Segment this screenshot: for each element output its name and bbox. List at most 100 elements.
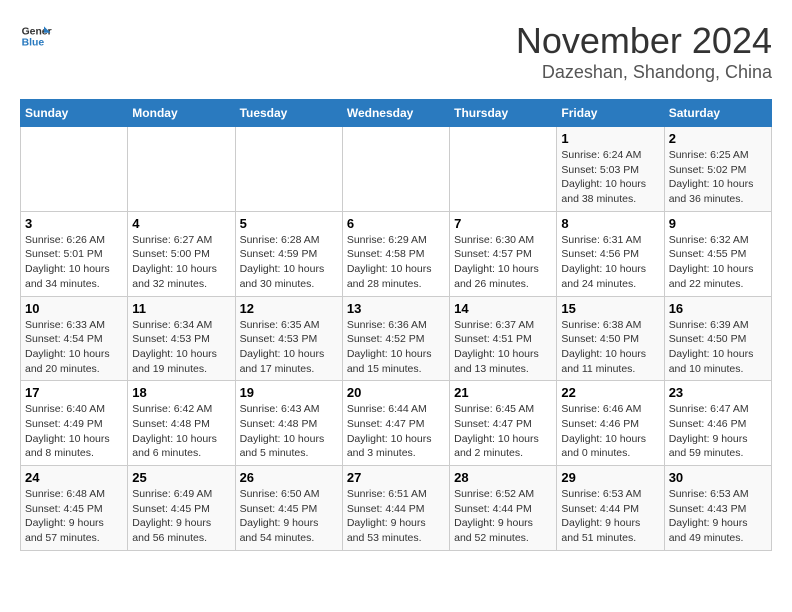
calendar-cell: 8Sunrise: 6:31 AMSunset: 4:56 PMDaylight… [557, 211, 664, 296]
day-number: 30 [669, 470, 767, 485]
month-title: November 2024 [516, 20, 772, 62]
header: General Blue November 2024 Dazeshan, Sha… [20, 20, 772, 83]
day-info: Sunrise: 6:38 AMSunset: 4:50 PMDaylight:… [561, 318, 659, 377]
calendar-cell [128, 127, 235, 212]
day-header-tuesday: Tuesday [235, 100, 342, 127]
calendar-cell: 12 Sunrise: 6:35 AMSunset: 4:53 PMDayligh… [235, 296, 342, 381]
day-number: 8 [561, 216, 659, 231]
calendar-cell: 15 Sunrise: 6:38 AMSunset: 4:50 PMDayligh… [557, 296, 664, 381]
calendar-cell: 16 Sunrise: 6:39 AMSunset: 4:50 PMDayligh… [664, 296, 771, 381]
day-number: 23 [669, 385, 767, 400]
calendar-cell: 23 Sunrise: 6:47 AMSunset: 4:46 PMDayligh… [664, 381, 771, 466]
day-info: Sunrise: 6:34 AMSunset: 4:53 PMDaylight:… [132, 318, 230, 377]
calendar-cell: 14 Sunrise: 6:37 AMSunset: 4:51 PMDayligh… [450, 296, 557, 381]
day-header-wednesday: Wednesday [342, 100, 449, 127]
day-info: Sunrise: 6:35 AMSunset: 4:53 PMDaylight:… [240, 318, 338, 377]
logo: General Blue [20, 20, 52, 52]
calendar-cell: 21 Sunrise: 6:45 AMSunset: 4:47 PMDayligh… [450, 381, 557, 466]
day-info: Sunrise: 6:25 AMSunset: 5:02 PMDaylight:… [669, 148, 767, 207]
day-number: 25 [132, 470, 230, 485]
day-info: Sunrise: 6:52 AMSunset: 4:44 PMDaylight:… [454, 487, 552, 546]
calendar-cell: 11 Sunrise: 6:34 AMSunset: 4:53 PMDayligh… [128, 296, 235, 381]
day-info: Sunrise: 6:47 AMSunset: 4:46 PMDaylight:… [669, 402, 767, 461]
calendar-cell: 9 Sunrise: 6:32 AMSunset: 4:55 PMDaylight… [664, 211, 771, 296]
day-number: 26 [240, 470, 338, 485]
day-info: Sunrise: 6:30 AMSunset: 4:57 PMDaylight:… [454, 233, 552, 292]
calendar-week-row: 1 Sunrise: 6:24 AMSunset: 5:03 PMDaylight… [21, 127, 772, 212]
day-info: Sunrise: 6:39 AMSunset: 4:50 PMDaylight:… [669, 318, 767, 377]
calendar-cell: 17 Sunrise: 6:40 AMSunset: 4:49 PMDayligh… [21, 381, 128, 466]
day-number: 16 [669, 301, 767, 316]
day-header-saturday: Saturday [664, 100, 771, 127]
day-info: Sunrise: 6:40 AMSunset: 4:49 PMDaylight:… [25, 402, 123, 461]
day-info: Sunrise: 6:45 AMSunset: 4:47 PMDaylight:… [454, 402, 552, 461]
day-number: 10 [25, 301, 123, 316]
calendar-cell [235, 127, 342, 212]
calendar-cell: 27 Sunrise: 6:51 AMSunset: 4:44 PMDayligh… [342, 466, 449, 551]
calendar-cell: 22 Sunrise: 6:46 AMSunset: 4:46 PMDayligh… [557, 381, 664, 466]
day-number: 11 [132, 301, 230, 316]
day-number: 4 [132, 216, 230, 231]
calendar-cell: 19Sunrise: 6:43 AMSunset: 4:48 PMDayligh… [235, 381, 342, 466]
calendar-table: SundayMondayTuesdayWednesdayThursdayFrid… [20, 99, 772, 551]
day-number: 1 [561, 131, 659, 146]
day-number: 22 [561, 385, 659, 400]
title-area: November 2024 Dazeshan, Shandong, China [516, 20, 772, 83]
day-number: 14 [454, 301, 552, 316]
day-info: Sunrise: 6:46 AMSunset: 4:46 PMDaylight:… [561, 402, 659, 461]
calendar-cell [21, 127, 128, 212]
calendar-cell: 25Sunrise: 6:49 AMSunset: 4:45 PMDayligh… [128, 466, 235, 551]
day-number: 24 [25, 470, 123, 485]
calendar-cell: 29Sunrise: 6:53 AMSunset: 4:44 PMDayligh… [557, 466, 664, 551]
day-info: Sunrise: 6:53 AMSunset: 4:43 PMDaylight:… [669, 487, 767, 546]
day-info: Sunrise: 6:44 AMSunset: 4:47 PMDaylight:… [347, 402, 445, 461]
calendar-week-row: 24 Sunrise: 6:48 AMSunset: 4:45 PMDayligh… [21, 466, 772, 551]
day-number: 17 [25, 385, 123, 400]
day-number: 12 [240, 301, 338, 316]
day-info: Sunrise: 6:29 AMSunset: 4:58 PMDaylight:… [347, 233, 445, 292]
day-info: Sunrise: 6:33 AMSunset: 4:54 PMDaylight:… [25, 318, 123, 377]
day-number: 27 [347, 470, 445, 485]
day-number: 2 [669, 131, 767, 146]
calendar-cell: 7 Sunrise: 6:30 AMSunset: 4:57 PMDaylight… [450, 211, 557, 296]
calendar-week-row: 10 Sunrise: 6:33 AMSunset: 4:54 PMDayligh… [21, 296, 772, 381]
day-number: 18 [132, 385, 230, 400]
calendar-cell: 28 Sunrise: 6:52 AMSunset: 4:44 PMDayligh… [450, 466, 557, 551]
day-info: Sunrise: 6:48 AMSunset: 4:45 PMDaylight:… [25, 487, 123, 546]
day-info: Sunrise: 6:37 AMSunset: 4:51 PMDaylight:… [454, 318, 552, 377]
day-header-monday: Monday [128, 100, 235, 127]
calendar-cell: 13Sunrise: 6:36 AMSunset: 4:52 PMDayligh… [342, 296, 449, 381]
day-info: Sunrise: 6:51 AMSunset: 4:44 PMDaylight:… [347, 487, 445, 546]
calendar-cell: 20 Sunrise: 6:44 AMSunset: 4:47 PMDayligh… [342, 381, 449, 466]
calendar-cell: 10 Sunrise: 6:33 AMSunset: 4:54 PMDayligh… [21, 296, 128, 381]
day-number: 5 [240, 216, 338, 231]
calendar-cell: 24 Sunrise: 6:48 AMSunset: 4:45 PMDayligh… [21, 466, 128, 551]
day-header-sunday: Sunday [21, 100, 128, 127]
calendar-cell: 30 Sunrise: 6:53 AMSunset: 4:43 PMDayligh… [664, 466, 771, 551]
svg-text:Blue: Blue [22, 38, 45, 49]
calendar-cell: 18Sunrise: 6:42 AMSunset: 4:48 PMDayligh… [128, 381, 235, 466]
day-number: 13 [347, 301, 445, 316]
day-info: Sunrise: 6:32 AMSunset: 4:55 PMDaylight:… [669, 233, 767, 292]
day-info: Sunrise: 6:24 AMSunset: 5:03 PMDaylight:… [561, 148, 659, 207]
calendar-week-row: 3Sunrise: 6:26 AMSunset: 5:01 PMDaylight… [21, 211, 772, 296]
day-header-friday: Friday [557, 100, 664, 127]
calendar-cell: 26Sunrise: 6:50 AMSunset: 4:45 PMDayligh… [235, 466, 342, 551]
day-number: 21 [454, 385, 552, 400]
calendar-cell: 6 Sunrise: 6:29 AMSunset: 4:58 PMDaylight… [342, 211, 449, 296]
day-number: 15 [561, 301, 659, 316]
day-number: 28 [454, 470, 552, 485]
calendar-week-row: 17 Sunrise: 6:40 AMSunset: 4:49 PMDayligh… [21, 381, 772, 466]
calendar-header-row: SundayMondayTuesdayWednesdayThursdayFrid… [21, 100, 772, 127]
calendar-cell: 4Sunrise: 6:27 AMSunset: 5:00 PMDaylight… [128, 211, 235, 296]
day-number: 7 [454, 216, 552, 231]
calendar-cell [450, 127, 557, 212]
day-number: 6 [347, 216, 445, 231]
day-info: Sunrise: 6:53 AMSunset: 4:44 PMDaylight:… [561, 487, 659, 546]
day-number: 20 [347, 385, 445, 400]
day-info: Sunrise: 6:43 AMSunset: 4:48 PMDaylight:… [240, 402, 338, 461]
day-info: Sunrise: 6:26 AMSunset: 5:01 PMDaylight:… [25, 233, 123, 292]
location-subtitle: Dazeshan, Shandong, China [516, 62, 772, 83]
calendar-cell: 5Sunrise: 6:28 AMSunset: 4:59 PMDaylight… [235, 211, 342, 296]
day-number: 9 [669, 216, 767, 231]
